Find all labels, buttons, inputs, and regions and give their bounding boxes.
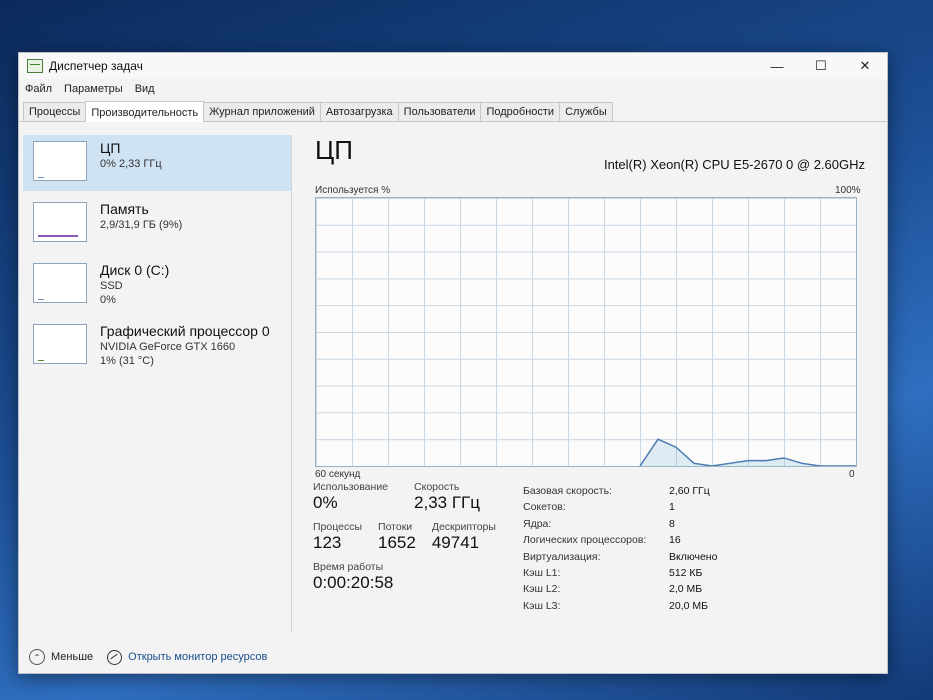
tab-strip: Процессы Производительность Журнал прило… (19, 99, 887, 122)
disk-thumbnail (33, 263, 87, 303)
window-controls: — ☐ ✕ (755, 53, 887, 79)
chevron-up-icon[interactable]: ⌃ (29, 649, 45, 665)
tab-performance[interactable]: Производительность (85, 101, 205, 122)
threads-label: Потоки (378, 521, 413, 533)
window-title: Диспетчер задач (49, 59, 143, 73)
spec-row: Сокетов: 1 (523, 501, 863, 517)
cpu-model-name: Intel(R) Xeon(R) CPU E5-2670 0 @ 2.60GHz (603, 157, 865, 172)
processes-value: 123 (313, 533, 342, 552)
spec-key: Сокетов: (523, 501, 566, 514)
sidebar-item-disk[interactable]: Диск 0 (C:) SSD 0% (23, 257, 291, 313)
menu-view[interactable]: Вид (135, 83, 155, 95)
title-bar[interactable]: Диспетчер задач — ☐ ✕ (19, 53, 887, 79)
tab-services[interactable]: Службы (559, 102, 613, 121)
spec-key: Ядра: (523, 517, 552, 530)
sidebar-item-cpu[interactable]: ЦП 0% 2,33 ГГц (23, 135, 291, 191)
sidebar-item-detail: SSD (100, 280, 123, 292)
page-title: ЦП (315, 135, 353, 165)
spec-row: Логических процессоров: 16 (523, 534, 863, 550)
usage-value: 0% (313, 493, 338, 512)
spec-key: Базовая скорость: (523, 485, 612, 497)
sidebar-item-title: Графический процессор 0 (100, 323, 270, 339)
spec-value: 2,0 МБ (669, 583, 703, 596)
resource-sidebar: ЦП 0% 2,33 ГГц Память 2,9/31,9 ГБ (9%) Д… (23, 135, 292, 633)
menu-file[interactable]: Файл (25, 83, 52, 95)
sidebar-item-detail: 2,9/31,9 ГБ (9%) (100, 219, 183, 231)
open-resource-monitor-link[interactable]: Открыть монитор ресурсов (128, 651, 267, 663)
close-button[interactable]: ✕ (843, 53, 887, 79)
sidebar-item-title: Память (100, 201, 149, 217)
cpu-usage-graph (315, 197, 857, 467)
spec-row: Кэш L1: 512 КБ (523, 567, 863, 583)
resource-monitor-icon (107, 649, 123, 665)
minimize-button[interactable]: — (755, 53, 799, 79)
cpu-detail-panel: ЦП Intel(R) Xeon(R) CPU E5-2670 0 @ 2.60… (313, 135, 867, 633)
graph-y-label: Используется % (315, 185, 391, 196)
spec-value: 20,0 МБ (669, 599, 708, 612)
spec-key: Логических процессоров: (523, 534, 647, 547)
graph-x-label-left: 60 секунд (315, 469, 361, 480)
menu-bar: Файл Параметры Вид (19, 79, 887, 99)
spec-key: Кэш L1: (523, 566, 561, 579)
footer: ⌃ Меньше Открыть монитор ресурсов (29, 649, 267, 665)
task-manager-app-icon (27, 59, 43, 73)
sidebar-item-gpu[interactable]: Графический процессор 0 NVIDIA GeForce G… (23, 318, 291, 374)
uptime-value: 0:00:20:58 (313, 573, 394, 592)
spec-row: Виртуализация: Включено (523, 551, 863, 567)
performance-content: ЦП 0% 2,33 ГГц Память 2,9/31,9 ГБ (9%) Д… (19, 123, 887, 633)
gpu-thumbnail (33, 324, 87, 364)
spec-row: Кэш L3: 20,0 МБ (523, 600, 863, 616)
memory-thumbnail (33, 202, 87, 242)
menu-options[interactable]: Параметры (64, 83, 123, 95)
spec-row: Базовая скорость: 2,60 ГГц (523, 485, 863, 501)
maximize-button[interactable]: ☐ (799, 53, 843, 79)
cpu-thumbnail (33, 141, 87, 181)
speed-label: Скорость (414, 481, 460, 493)
spec-value: 512 КБ (669, 566, 703, 579)
handles-label: Дескрипторы (431, 521, 496, 533)
tab-details[interactable]: Подробности (480, 102, 561, 121)
sidebar-item-detail: 1% (31 °C) (100, 355, 154, 367)
spec-row: Ядра: 8 (523, 518, 863, 534)
graph-ymax-label: 100% (835, 185, 861, 196)
sidebar-item-detail: NVIDIA GeForce GTX 1660 (100, 341, 236, 353)
handles-value: 49741 (431, 533, 480, 552)
speed-value: 2,33 ГГц (414, 493, 480, 512)
fewer-details-button[interactable]: Меньше (51, 651, 93, 663)
tab-app-history[interactable]: Журнал приложений (203, 102, 321, 121)
spec-key: Виртуализация: (523, 550, 601, 563)
uptime-label: Время работы (313, 561, 384, 573)
cpu-usage-area (640, 439, 856, 466)
graph-x-label-right: 0 (849, 469, 855, 480)
spec-key: Кэш L2: (523, 583, 561, 596)
sidebar-item-memory[interactable]: Память 2,9/31,9 ГБ (9%) (23, 196, 291, 252)
tab-processes[interactable]: Процессы (23, 102, 87, 121)
cpu-specs: Базовая скорость: 2,60 ГГц Сокетов: 1 Ядра… (523, 485, 863, 616)
cpu-stats: Использование 0% Скорость 2,33 ГГц Проце… (313, 481, 513, 593)
threads-value: 1652 (378, 533, 416, 552)
tab-users[interactable]: Пользователи (397, 102, 482, 121)
sidebar-item-detail: 0% (100, 294, 116, 306)
sidebar-item-title: Диск 0 (C:) (100, 262, 170, 278)
processes-label: Процессы (313, 521, 363, 533)
task-manager-window: Диспетчер задач — ☐ ✕ Файл Параметры Вид… (18, 52, 888, 674)
spec-row: Кэш L2: 2,0 МБ (523, 583, 863, 599)
tab-startup[interactable]: Автозагрузка (319, 102, 399, 121)
sidebar-item-detail: 0% 2,33 ГГц (100, 158, 162, 170)
usage-label: Использование (313, 481, 389, 493)
spec-value: 1 (669, 501, 675, 514)
spec-value: Включено (669, 550, 718, 563)
spec-value: 2,60 ГГц (669, 485, 710, 497)
cpu-usage-line-chart (639, 438, 856, 466)
spec-key: Кэш L3: (523, 599, 561, 612)
sidebar-item-title: ЦП (100, 140, 121, 156)
spec-value: 8 (669, 517, 675, 530)
spec-value: 16 (669, 534, 681, 547)
